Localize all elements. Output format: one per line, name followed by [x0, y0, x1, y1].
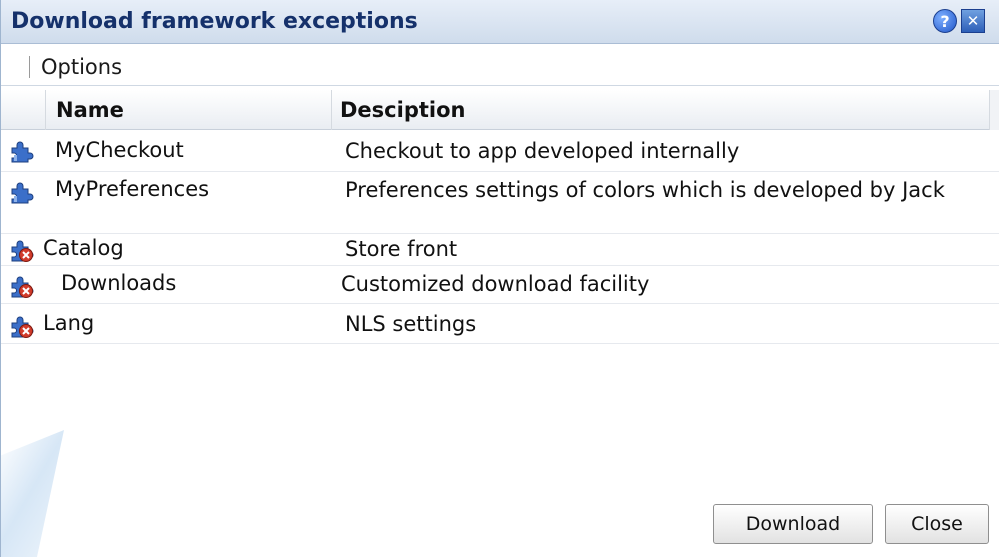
- row-description: Preferences settings of colors which is …: [345, 178, 945, 202]
- puzzle-piece-icon: [11, 182, 34, 204]
- download-exceptions-dialog: Download framework exceptions ? ✕ Option…: [0, 0, 999, 557]
- table-row[interactable]: Catalog Store front: [1, 234, 999, 266]
- row-description: Customized download facility: [341, 272, 650, 296]
- puzzle-piece-disabled-icon: [11, 240, 34, 262]
- puzzle-piece-disabled-icon: [11, 276, 34, 298]
- row-description: NLS settings: [345, 312, 477, 336]
- header-scroll-cap: [989, 90, 999, 130]
- column-header-description[interactable]: Desciption: [331, 90, 989, 130]
- row-name: MyCheckout: [55, 138, 184, 162]
- row-description: Checkout to app developed internally: [345, 139, 740, 163]
- options-menu[interactable]: Options: [41, 55, 122, 79]
- table-row[interactable]: MyCheckout Checkout to app developed int…: [1, 130, 999, 172]
- row-name: Lang: [43, 311, 95, 335]
- table-header: Name Desciption: [1, 90, 999, 130]
- help-icon[interactable]: ?: [933, 9, 957, 33]
- close-icon[interactable]: ✕: [961, 9, 985, 33]
- table-row[interactable]: Lang NLS settings: [1, 304, 999, 344]
- column-header-name[interactable]: Name: [45, 90, 331, 130]
- dialog-title: Download framework exceptions: [11, 9, 418, 34]
- menu-bar: Options: [1, 44, 999, 86]
- menu-separator: [29, 56, 30, 78]
- row-name: Downloads: [61, 271, 177, 295]
- table-row[interactable]: Downloads Customized download facility: [1, 266, 999, 304]
- puzzle-piece-icon: [11, 141, 34, 163]
- download-button[interactable]: Download: [713, 504, 873, 544]
- puzzle-piece-disabled-icon: [11, 316, 34, 338]
- background-swoosh: [1, 430, 64, 557]
- close-button[interactable]: Close: [885, 504, 989, 544]
- row-name: Catalog: [43, 236, 124, 260]
- row-name: MyPreferences: [55, 177, 210, 201]
- table-row[interactable]: MyPreferences Preferences settings of co…: [1, 172, 999, 234]
- row-description: Store front: [345, 237, 458, 261]
- dialog-titlebar[interactable]: Download framework exceptions ? ✕: [1, 0, 999, 44]
